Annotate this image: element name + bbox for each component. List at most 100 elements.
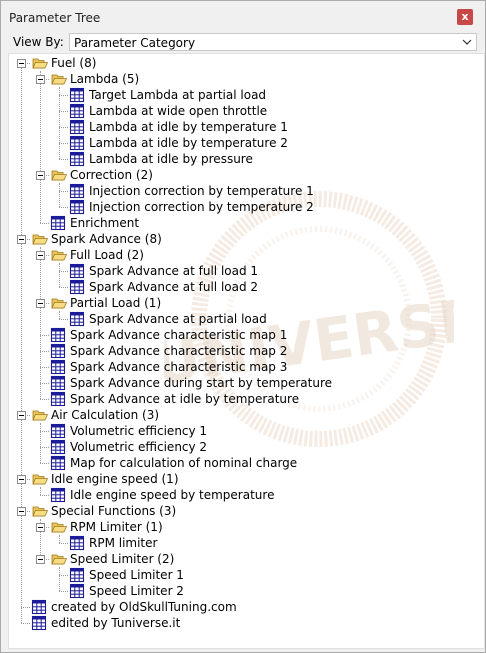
view-by-label: View By: bbox=[13, 35, 64, 49]
tree-item-edited-by-tuniverse-it[interactable]: edited by Tuniverse.it bbox=[9, 615, 479, 631]
open-folder-icon bbox=[32, 503, 49, 519]
table-grid-icon bbox=[69, 151, 85, 167]
collapse-toggle-icon[interactable] bbox=[36, 555, 45, 564]
collapse-toggle-icon[interactable] bbox=[36, 299, 45, 308]
collapse-toggle-icon[interactable] bbox=[17, 411, 26, 420]
parameter-tree-window: Parameter Tree x View By: Parameter Cate… bbox=[0, 0, 486, 653]
tree-item-label: Special Functions (3) bbox=[51, 504, 177, 518]
tree-item-partial-load-1[interactable]: Partial Load (1) bbox=[9, 295, 479, 311]
tree-item-speed-limiter-2[interactable]: Speed Limiter (2) bbox=[9, 551, 479, 567]
tree-item-label: Lambda at idle by temperature 1 bbox=[89, 120, 288, 134]
tree-item-label: Target Lambda at partial load bbox=[89, 88, 267, 102]
collapse-toggle-icon[interactable] bbox=[17, 235, 26, 244]
table-grid-icon bbox=[69, 135, 85, 151]
tree-item-volumetric-efficiency-1[interactable]: Volumetric efficiency 1 bbox=[9, 423, 479, 439]
tree-item-spark-advance-at-partial-load[interactable]: Spark Advance at partial load bbox=[9, 311, 479, 327]
parameter-tree: TUNIVERSE Fuel (8) Lambda (5) Target Lambd… bbox=[8, 53, 485, 649]
tree-item-speed-limiter-2[interactable]: Speed Limiter 2 bbox=[9, 583, 479, 599]
tree-item-spark-advance-characteristic-map-3[interactable]: Spark Advance characteristic map 3 bbox=[9, 359, 479, 375]
table-grid-icon bbox=[69, 583, 85, 599]
tree-item-spark-advance-characteristic-map-2[interactable]: Spark Advance characteristic map 2 bbox=[9, 343, 479, 359]
tree-item-label: Partial Load (1) bbox=[70, 296, 162, 310]
tree-item-spark-advance-during-start-by-temperature[interactable]: Spark Advance during start by temperatur… bbox=[9, 375, 479, 391]
tree-item-rpm-limiter[interactable]: RPM limiter bbox=[9, 535, 479, 551]
tree-item-idle-engine-speed-by-temperature[interactable]: Idle engine speed by temperature bbox=[9, 487, 479, 503]
tree-item-label: Lambda at wide open throttle bbox=[89, 104, 268, 118]
tree-item-spark-advance-characteristic-map-1[interactable]: Spark Advance characteristic map 1 bbox=[9, 327, 479, 343]
tree-item-spark-advance-8[interactable]: Spark Advance (8) bbox=[9, 231, 479, 247]
tree-item-injection-correction-by-temperature-2[interactable]: Injection correction by temperature 2 bbox=[9, 199, 479, 215]
tree-item-label: Spark Advance at full load 2 bbox=[89, 280, 259, 294]
tree-item-fuel-8[interactable]: Fuel (8) bbox=[9, 55, 479, 71]
table-grid-icon bbox=[31, 615, 47, 631]
collapse-toggle-icon[interactable] bbox=[17, 507, 26, 516]
tree-item-label: Fuel (8) bbox=[51, 56, 97, 70]
tree-item-air-calculation-3[interactable]: Air Calculation (3) bbox=[9, 407, 479, 423]
tree-item-full-load-2[interactable]: Full Load (2) bbox=[9, 247, 479, 263]
collapse-toggle-icon[interactable] bbox=[36, 251, 45, 260]
open-folder-icon bbox=[51, 519, 68, 535]
open-folder-icon bbox=[51, 71, 68, 87]
tree-item-lambda-at-idle-by-temperature-1[interactable]: Lambda at idle by temperature 1 bbox=[9, 119, 479, 135]
tree-item-label: Idle engine speed by temperature bbox=[70, 488, 275, 502]
tree-item-lambda-5[interactable]: Lambda (5) bbox=[9, 71, 479, 87]
tree-item-label: Lambda at idle by temperature 2 bbox=[89, 136, 288, 150]
tree-item-label: Correction (2) bbox=[70, 168, 153, 182]
table-grid-icon bbox=[69, 567, 85, 583]
tree-item-label: Speed Limiter 1 bbox=[89, 568, 184, 582]
tree-item-label: Spark Advance at full load 1 bbox=[89, 264, 259, 278]
tree-item-spark-advance-at-full-load-2[interactable]: Spark Advance at full load 2 bbox=[9, 279, 479, 295]
table-grid-icon bbox=[50, 439, 66, 455]
tree-item-lambda-at-wide-open-throttle[interactable]: Lambda at wide open throttle bbox=[9, 103, 479, 119]
collapse-toggle-icon[interactable] bbox=[36, 75, 45, 84]
tree-item-label: Spark Advance characteristic map 2 bbox=[70, 344, 288, 358]
tree-item-label: Spark Advance at partial load bbox=[89, 312, 267, 326]
table-grid-icon bbox=[50, 391, 66, 407]
tree-item-correction-2[interactable]: Correction (2) bbox=[9, 167, 479, 183]
collapse-toggle-icon[interactable] bbox=[36, 523, 45, 532]
open-folder-icon bbox=[32, 231, 49, 247]
tree-item-lambda-at-idle-by-pressure[interactable]: Lambda at idle by pressure bbox=[9, 151, 479, 167]
open-folder-icon bbox=[32, 471, 49, 487]
table-grid-icon bbox=[69, 263, 85, 279]
tree-item-volumetric-efficiency-2[interactable]: Volumetric efficiency 2 bbox=[9, 439, 479, 455]
tree-item-rpm-limiter-1[interactable]: RPM Limiter (1) bbox=[9, 519, 479, 535]
table-grid-icon bbox=[50, 359, 66, 375]
tree-item-label: Air Calculation (3) bbox=[51, 408, 160, 422]
tree-item-map-for-calculation-of-nominal-charge[interactable]: Map for calculation of nominal charge bbox=[9, 455, 479, 471]
table-grid-icon bbox=[50, 215, 66, 231]
collapse-toggle-icon[interactable] bbox=[36, 171, 45, 180]
table-grid-icon bbox=[50, 455, 66, 471]
tree-item-created-by-oldskulltuning-com[interactable]: created by OldSkullTuning.com bbox=[9, 599, 479, 615]
table-grid-icon bbox=[50, 327, 66, 343]
tree-item-label: Spark Advance (8) bbox=[51, 232, 162, 246]
tree-item-injection-correction-by-temperature-1[interactable]: Injection correction by temperature 1 bbox=[9, 183, 479, 199]
tree-item-label: Lambda (5) bbox=[70, 72, 140, 86]
close-button[interactable]: x bbox=[457, 9, 473, 25]
open-folder-icon bbox=[51, 295, 68, 311]
tree-item-spark-advance-at-idle-by-temperature[interactable]: Spark Advance at idle by temperature bbox=[9, 391, 479, 407]
tree-item-label: Speed Limiter 2 bbox=[89, 584, 184, 598]
view-by-dropdown[interactable]: Parameter Category bbox=[69, 33, 477, 51]
tree-item-target-lambda-at-partial-load[interactable]: Target Lambda at partial load bbox=[9, 87, 479, 103]
table-grid-icon bbox=[69, 119, 85, 135]
table-grid-icon bbox=[69, 279, 85, 295]
tree-item-idle-engine-speed-1[interactable]: Idle engine speed (1) bbox=[9, 471, 479, 487]
tree-item-label: Map for calculation of nominal charge bbox=[70, 456, 298, 470]
tree-item-special-functions-3[interactable]: Special Functions (3) bbox=[9, 503, 479, 519]
collapse-toggle-icon[interactable] bbox=[17, 475, 26, 484]
tree-item-spark-advance-at-full-load-1[interactable]: Spark Advance at full load 1 bbox=[9, 263, 479, 279]
table-grid-icon bbox=[69, 87, 85, 103]
tree-item-label: Full Load (2) bbox=[70, 248, 144, 262]
tree-item-speed-limiter-1[interactable]: Speed Limiter 1 bbox=[9, 567, 479, 583]
collapse-toggle-icon[interactable] bbox=[17, 59, 26, 68]
table-grid-icon bbox=[69, 535, 85, 551]
tree-item-label: Spark Advance characteristic map 1 bbox=[70, 328, 288, 342]
open-folder-icon bbox=[51, 551, 68, 567]
tree-item-label: Enrichment bbox=[70, 216, 140, 230]
tree-item-label: Volumetric efficiency 1 bbox=[70, 424, 208, 438]
tree-item-lambda-at-idle-by-temperature-2[interactable]: Lambda at idle by temperature 2 bbox=[9, 135, 479, 151]
tree-item-label: RPM Limiter (1) bbox=[70, 520, 163, 534]
tree-item-enrichment[interactable]: Enrichment bbox=[9, 215, 479, 231]
tree-item-label: Speed Limiter (2) bbox=[70, 552, 175, 566]
